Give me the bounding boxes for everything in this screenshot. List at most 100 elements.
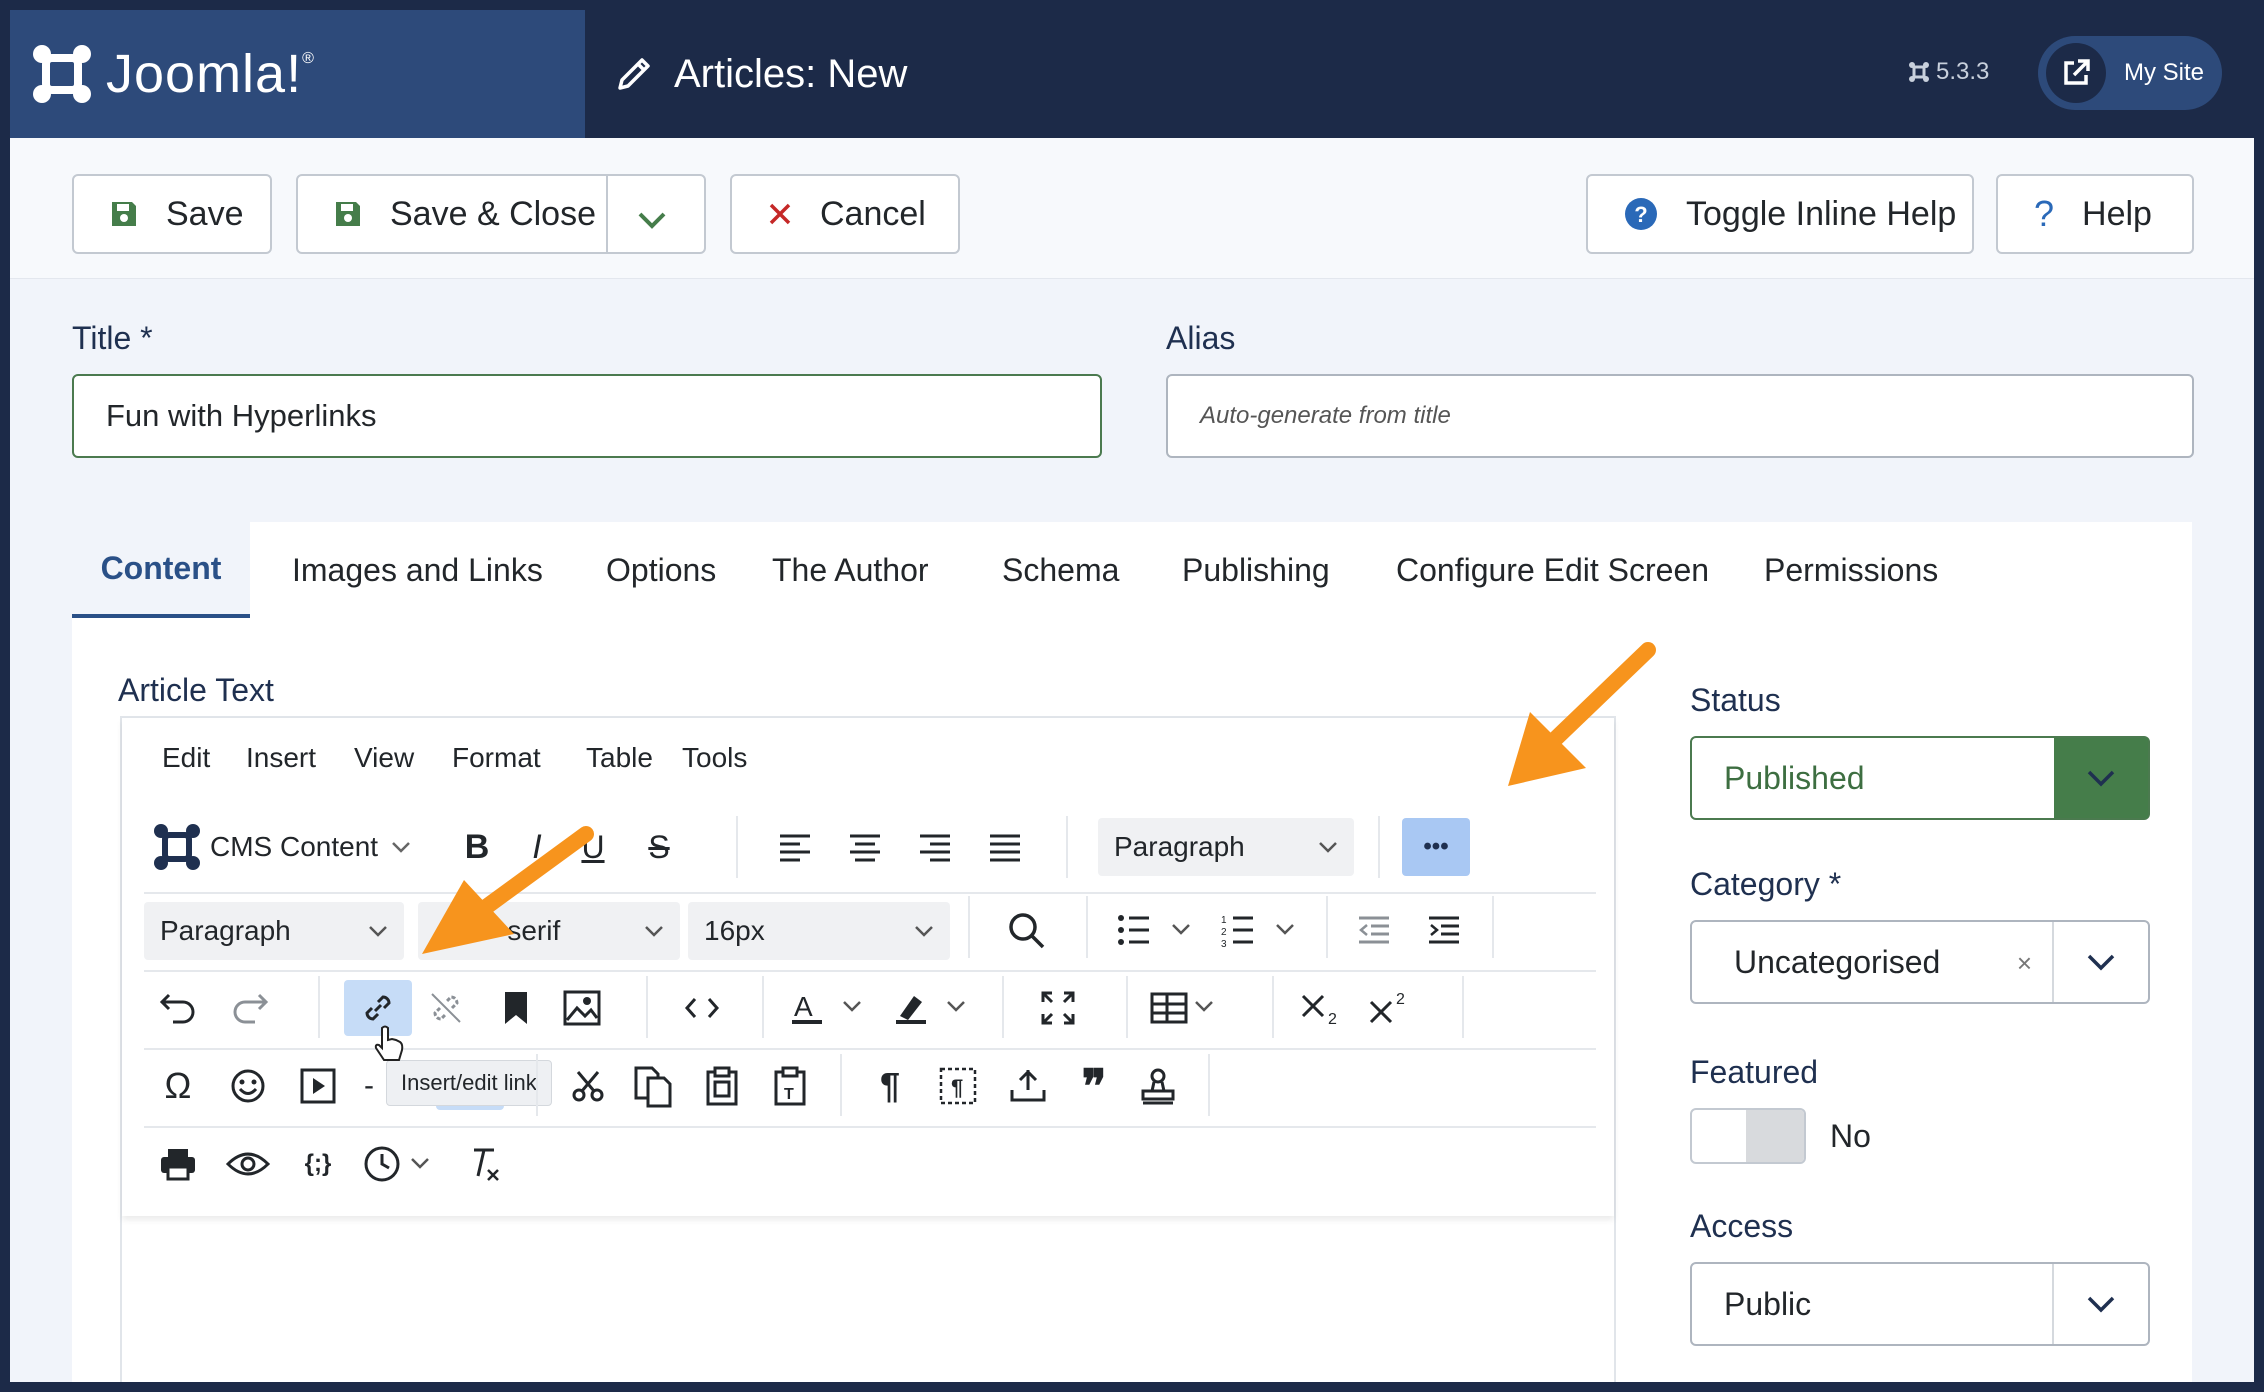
save-close-label[interactable]: Save & Close [390,195,596,234]
tab-options[interactable]: Options [606,522,716,618]
featured-toggle[interactable] [1690,1108,1806,1164]
search-replace-button[interactable] [1000,904,1052,956]
cancel-button[interactable]: Cancel [730,174,960,254]
paste-text-icon: T [774,1066,806,1106]
version-info: 5.3.3 [1908,58,1989,86]
search-icon [1009,913,1045,949]
align-right-button[interactable] [910,822,960,872]
block-format-select-top[interactable]: Paragraph [1098,818,1354,876]
redo-button[interactable] [224,982,276,1034]
joomla-logo[interactable]: Joomla! ® [10,10,585,138]
my-site-button[interactable]: My Site [2038,36,2222,110]
emoticons-button[interactable] [222,1060,274,1112]
menu-insert[interactable]: Insert [246,742,316,782]
save-close-button-group[interactable]: Save & Close [296,174,706,254]
status-select[interactable]: Published [1690,736,2150,820]
justify-button[interactable] [980,822,1030,872]
strikethrough-button[interactable]: S [634,822,684,872]
featured-value: No [1830,1118,1871,1154]
cut-button[interactable] [562,1060,614,1112]
scissors-icon [572,1071,604,1102]
menu-tools[interactable]: Tools [682,742,747,782]
tab-publishing[interactable]: Publishing [1182,522,1330,618]
insert-button[interactable] [1002,1060,1054,1112]
app-header: Joomla! ® Articles: New 5.3.3 My Site [10,10,2254,138]
image-icon [563,990,601,1026]
tab-content[interactable]: Content [72,522,250,618]
block-format-select[interactable]: Paragraph [144,902,404,960]
unlink-icon [431,993,461,1023]
title-input[interactable]: Fun with Hyperlinks [72,374,1102,458]
close-icon [769,203,791,225]
eye-icon [226,1152,270,1176]
category-select[interactable]: Uncategorised × [1690,920,2150,1004]
toggle-inline-help-button[interactable]: ? Toggle Inline Help [1586,174,1974,254]
bullet-list-button[interactable] [1112,904,1202,956]
access-select[interactable]: Public [1690,1262,2150,1346]
clear-icon[interactable]: × [2017,948,2032,979]
save-button[interactable]: Save [72,174,272,254]
subscript-button[interactable]: 2 [1294,982,1350,1034]
smiley-icon [231,1069,265,1103]
menu-view[interactable]: View [354,742,414,782]
tab-schema[interactable]: Schema [1002,522,1119,618]
menu-edit[interactable]: Edit [162,742,210,782]
paste-button[interactable] [696,1060,748,1112]
block-format-value: Paragraph [1114,831,1245,862]
remove-link-button[interactable] [420,982,472,1034]
insert-media-button[interactable] [292,1060,344,1112]
help-button[interactable]: ? Help [1996,174,2194,254]
clear-formatting-button[interactable] [458,1138,510,1190]
align-right-icon [920,834,950,862]
align-left-button[interactable] [770,822,820,872]
anchor-button[interactable] [490,982,542,1034]
blockquote-button[interactable]: ❞ [1068,1060,1120,1112]
copy-button[interactable] [628,1060,680,1112]
preview-button[interactable] [222,1138,274,1190]
numbered-list-button[interactable]: 123 [1216,904,1306,956]
svg-text:2: 2 [1396,991,1405,1008]
save-options-dropdown[interactable] [636,202,668,241]
menu-format[interactable]: Format [452,742,541,782]
text-color-button[interactable]: A [786,982,870,1034]
source-code-button[interactable] [676,982,728,1034]
joomla-logo-icon [33,45,91,103]
tab-configure-edit-screen[interactable]: Configure Edit Screen [1396,522,1709,618]
superscript-button[interactable]: 2 [1362,982,1418,1034]
align-center-button[interactable] [840,822,890,872]
fullscreen-button[interactable] [1032,982,1084,1034]
tab-images-and-links[interactable]: Images and Links [292,522,543,618]
background-color-button[interactable] [890,982,974,1034]
tab-the-author[interactable]: The Author [772,522,929,618]
indent-icon [1429,916,1459,944]
more-toolbar-button[interactable]: ••• [1402,818,1470,876]
template-button[interactable]: {;} [292,1138,344,1190]
horizontal-line-button[interactable]: - [358,1060,380,1112]
joomla-small-icon [154,824,200,870]
bookmark-icon [505,992,527,1024]
indent-button[interactable] [1418,904,1470,956]
bullet-list-icon [1118,915,1190,945]
copy-icon [634,1066,672,1108]
svg-text:T: T [784,1086,794,1103]
visual-blocks-button[interactable]: ¶ [932,1060,984,1112]
outdent-button[interactable] [1348,904,1400,956]
insert-datetime-button[interactable] [362,1138,446,1190]
font-size-select[interactable]: 16px [688,902,950,960]
special-character-button[interactable]: Ω [152,1060,204,1112]
insert-image-button[interactable] [556,982,608,1034]
status-value: Published [1724,759,1865,796]
paste-as-text-button[interactable]: T [764,1060,816,1112]
print-button[interactable] [152,1138,204,1190]
toggle-help-label: Toggle Inline Help [1686,194,1957,233]
chevron-down-icon [645,926,663,937]
stamp-button[interactable] [1132,1060,1184,1112]
superscript-icon: 2 [1369,991,1405,1024]
alias-input[interactable]: Auto-generate from title [1166,374,2194,458]
visual-chars-button[interactable]: ¶ [864,1060,916,1112]
undo-button[interactable] [152,982,204,1034]
table-button[interactable] [1146,982,1230,1034]
tab-permissions[interactable]: Permissions [1764,522,1938,618]
cms-content-dropdown[interactable]: CMS Content [152,818,412,876]
menu-table[interactable]: Table [586,742,653,782]
